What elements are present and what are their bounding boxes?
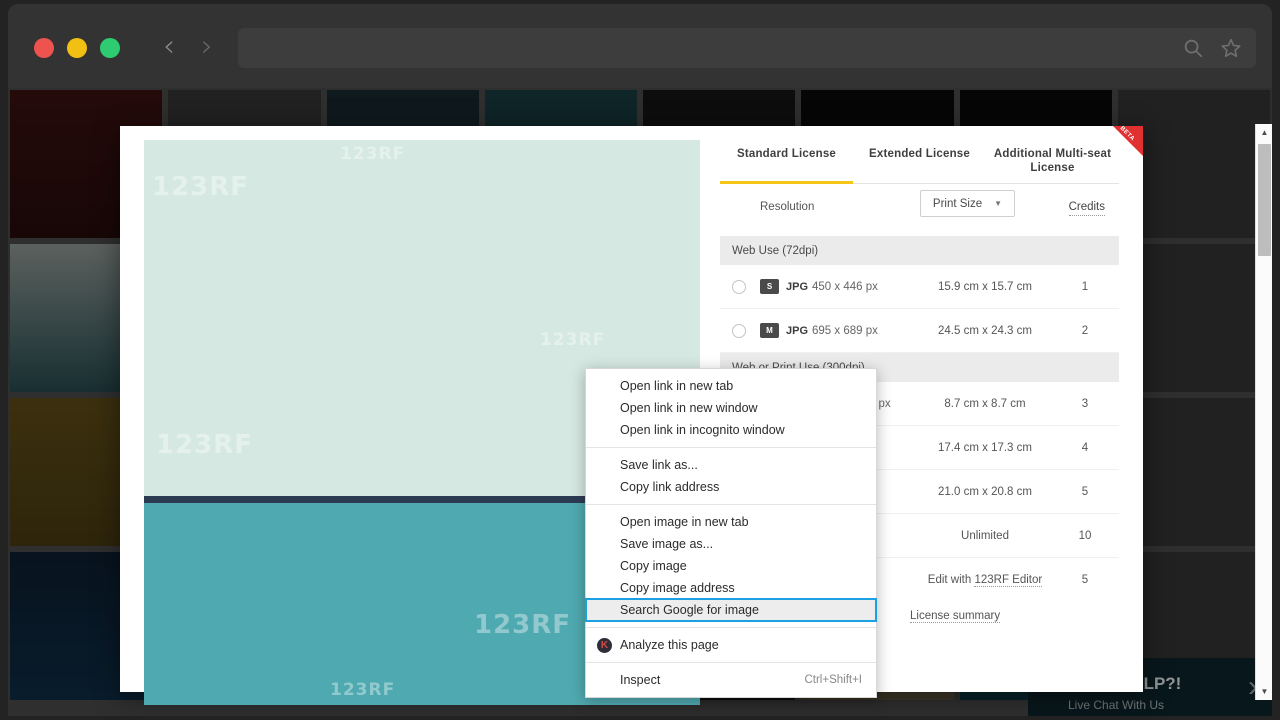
menu-item-label: Search Google for image: [620, 603, 759, 617]
editor-link[interactable]: 123RF Editor: [974, 574, 1043, 587]
menu-item-label: Inspect: [620, 673, 661, 687]
edit-prefix: Edit with: [927, 574, 975, 586]
credits-value: 3: [1081, 397, 1089, 410]
print-dimensions: Unlimited: [961, 529, 1009, 542]
menu-item-label: Open link in new window: [620, 401, 758, 415]
scroll-down-icon[interactable]: ▼: [1256, 683, 1273, 700]
print-size-select[interactable]: Print Size ▼: [920, 190, 1015, 217]
credits-value: 2: [1081, 324, 1089, 337]
menu-item-inspect[interactable]: Inspect Ctrl+Shift+I: [586, 669, 876, 691]
credits-column-label: Credits: [1068, 201, 1105, 216]
credits-value: 10: [1078, 529, 1092, 542]
chat-widget-subtitle: Live Chat With Us: [1068, 698, 1165, 712]
size-badge: M: [760, 323, 779, 338]
edit-credits: 5: [1081, 574, 1089, 586]
screen: DATANETWORK NEED HELP?! Live Chat With U…: [0, 0, 1280, 720]
resolution-row[interactable]: S JPG 450 x 446 px 15.9 cm x 15.7 cm 1: [720, 265, 1119, 309]
credits-value: 5: [1081, 485, 1089, 498]
tab-standard-license[interactable]: Standard License: [720, 140, 853, 184]
credits-value: 4: [1081, 441, 1089, 454]
pixel-dimensions: 695 x 689 px: [812, 324, 878, 337]
menu-item-label: Analyze this page: [620, 638, 719, 652]
resolution-group-header: Web Use (72dpi): [720, 236, 1119, 265]
menu-item-analyze-this-page[interactable]: K Analyze this page: [586, 634, 876, 656]
menu-item-open-link-in-new-window[interactable]: Open link in new window: [586, 397, 876, 419]
resolution-row[interactable]: M JPG 695 x 689 px 24.5 cm x 24.3 cm 2: [720, 309, 1119, 353]
menu-item-save-link-as[interactable]: Save link as...: [586, 454, 876, 476]
print-size-value: Print Size: [932, 197, 983, 210]
menu-separator: [586, 662, 876, 663]
table-column-header: Resolution Print Size ▼ Credits: [720, 184, 1119, 236]
menu-item-label: Save link as...: [620, 458, 698, 472]
pixel-dimensions: 450 x 446 px: [812, 280, 878, 293]
menu-item-open-link-in-new-tab[interactable]: Open link in new tab: [586, 375, 876, 397]
menu-item-shortcut: Ctrl+Shift+I: [804, 674, 862, 686]
menu-item-label: Open link in incognito window: [620, 423, 785, 437]
menu-separator: [586, 447, 876, 448]
star-icon[interactable]: [1220, 37, 1242, 59]
search-icon[interactable]: [1182, 37, 1204, 59]
page-scrollbar[interactable]: ▲ ▼: [1255, 124, 1272, 700]
menu-item-search-google-for-image[interactable]: Search Google for image: [585, 598, 877, 622]
address-bar[interactable]: [238, 28, 1256, 68]
file-format-label: JPG: [786, 324, 809, 337]
context-menu[interactable]: Open link in new tab Open link in new win…: [585, 368, 877, 698]
chevron-down-icon: ▼: [994, 199, 1003, 208]
print-dimensions: 21.0 cm x 20.8 cm: [938, 485, 1032, 498]
resolution-column-label: Resolution: [760, 201, 815, 213]
print-dimensions: 15.9 cm x 15.7 cm: [938, 280, 1032, 293]
menu-item-copy-image-address[interactable]: Copy image address: [586, 577, 876, 599]
window-controls: [34, 38, 120, 58]
license-tabs: Standard License Extended License Addition…: [720, 140, 1119, 184]
close-window-button[interactable]: [34, 38, 54, 58]
maximize-window-button[interactable]: [100, 38, 120, 58]
size-badge: S: [760, 279, 779, 294]
print-dimensions: 8.7 cm x 8.7 cm: [944, 397, 1026, 410]
tab-additional-multi-seat-license[interactable]: Additional Multi-seat License: [986, 140, 1119, 183]
minimize-window-button[interactable]: [67, 38, 87, 58]
menu-item-copy-link-address[interactable]: Copy link address: [586, 476, 876, 498]
print-dimensions: 17.4 cm x 17.3 cm: [938, 441, 1032, 454]
scrollbar-thumb[interactable]: [1258, 144, 1271, 256]
back-button[interactable]: ‹: [154, 32, 184, 64]
print-dimensions: 24.5 cm x 24.3 cm: [938, 324, 1032, 337]
menu-separator: [586, 504, 876, 505]
menu-item-label: Open link in new tab: [620, 379, 734, 393]
menu-item-label: Save image as...: [620, 537, 714, 551]
menu-item-label: Open image in new tab: [620, 515, 749, 529]
browser-chrome: ‹ ›: [8, 4, 1272, 88]
license-summary-link[interactable]: License summary: [910, 610, 1001, 623]
resolution-radio[interactable]: [732, 279, 746, 294]
scroll-up-icon[interactable]: ▲: [1256, 124, 1273, 141]
menu-item-open-link-in-incognito-window[interactable]: Open link in incognito window: [586, 419, 876, 441]
menu-item-copy-image[interactable]: Copy image: [586, 555, 876, 577]
menu-item-label: Copy image address: [620, 581, 735, 595]
menu-item-label: Copy image: [620, 559, 687, 573]
edit-with-editor-text: Edit with 123RF Editor: [910, 574, 1060, 587]
forward-button[interactable]: ›: [192, 32, 222, 64]
file-format-label: JPG: [786, 280, 809, 293]
menu-separator: [586, 627, 876, 628]
menu-item-open-image-in-new-tab[interactable]: Open image in new tab: [586, 511, 876, 533]
credits-value: 1: [1081, 280, 1089, 293]
menu-item-label: Copy link address: [620, 480, 720, 494]
tab-extended-license[interactable]: Extended License: [853, 140, 986, 183]
menu-item-save-image-as[interactable]: Save image as...: [586, 533, 876, 555]
resolution-radio[interactable]: [732, 323, 746, 338]
kaspersky-icon: K: [597, 637, 612, 653]
